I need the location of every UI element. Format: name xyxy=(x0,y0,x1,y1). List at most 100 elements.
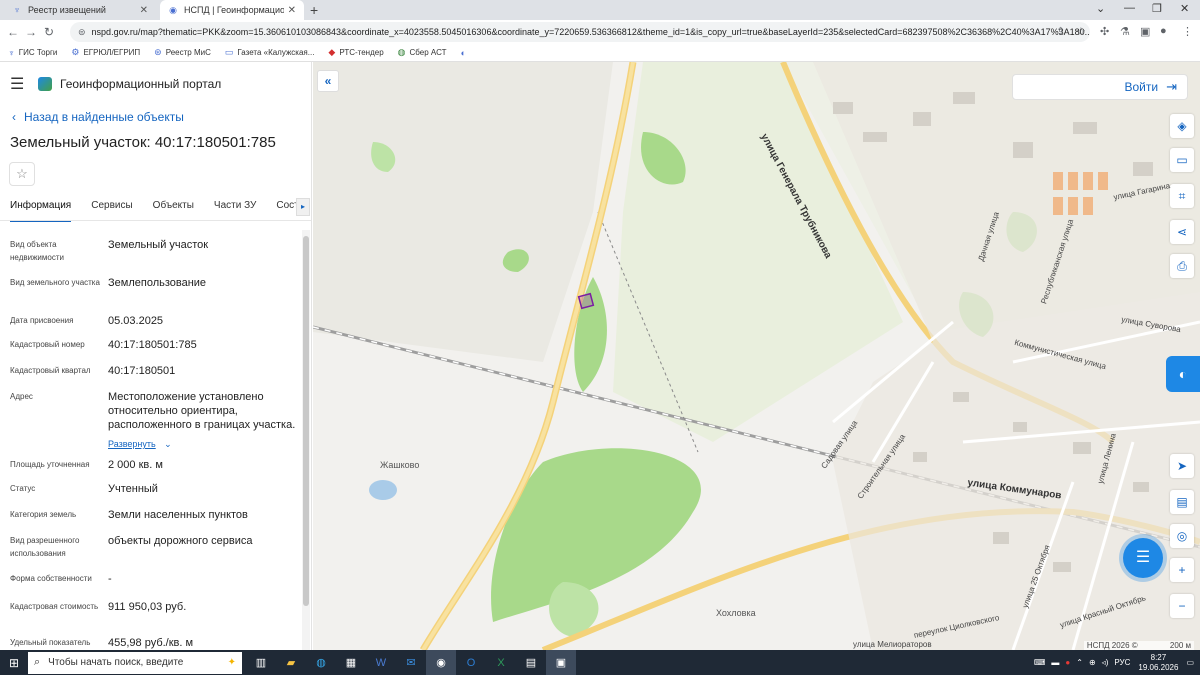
chevron-left-icon: ‹ xyxy=(12,110,16,124)
panel-scrollbar[interactable] xyxy=(302,230,310,650)
flask-icon[interactable]: ⚗ xyxy=(1120,25,1130,38)
back-arrow-icon[interactable]: ← xyxy=(4,25,22,39)
folder-icon[interactable]: ▬ xyxy=(1051,658,1059,667)
url-input[interactable]: ⊜ nspd.gov.ru/map?thematic=PKK&zoom=15.3… xyxy=(70,22,1090,42)
sparkle-icon: ✦ xyxy=(227,657,236,668)
bookmark-item[interactable]: ◐ xyxy=(460,48,469,58)
clock[interactable]: 8:27 19.06.2026 xyxy=(1138,653,1178,673)
tabs-divider xyxy=(0,220,311,221)
system-tray: ⌨ ▬ ● ⌃ ⊕ ◃) РУС 8:27 19.06.2026 ▭ xyxy=(1034,650,1194,675)
maximize-button[interactable]: ❐ xyxy=(1152,2,1162,15)
bookmark-icon: ◆ xyxy=(328,47,336,57)
language-indicator[interactable]: РУС xyxy=(1114,658,1130,667)
tab-information[interactable]: Информация xyxy=(10,200,72,222)
store-icon[interactable]: ▦ xyxy=(336,650,366,675)
zoom-out-button[interactable]: − xyxy=(1170,594,1194,618)
task-view-icon[interactable]: ▥ xyxy=(246,650,276,675)
layers-icon[interactable]: ◈ xyxy=(1170,114,1194,138)
close-icon[interactable]: ✕ xyxy=(288,5,296,16)
tab-objects[interactable]: Объекты xyxy=(153,200,194,222)
map-view[interactable]: « Войти ⇥ ◈ ▭ ⌗ ⋖ ⎙ ◐ ➤ ▤ ◎ + − ☰ Жашков… xyxy=(313,62,1200,650)
back-to-results-link[interactable]: ‹ Назад в найденные объекты xyxy=(12,110,184,124)
network-icon[interactable]: ⊕ xyxy=(1089,658,1096,667)
edge-icon[interactable]: ◍ xyxy=(306,650,336,675)
browser-tab-active[interactable]: ◉ НСПД | Геоинформационный п ✕ xyxy=(160,0,304,20)
basemap-icon[interactable]: ▤ xyxy=(1170,490,1194,514)
address-bar-row: ← → ↻ ⊜ nspd.gov.ru/map?thematic=PKK&zoo… xyxy=(0,20,1200,44)
bookmark-icon: ◍ xyxy=(397,47,406,57)
chevron-right-icon[interactable]: ▸ xyxy=(296,198,310,216)
notifications-icon[interactable]: ▭ xyxy=(1186,658,1194,667)
taskbar-apps: ▥ ▰ ◍ ▦ W ✉ ◉ O X ▤ ▣ xyxy=(246,650,576,675)
expand-address-link[interactable]: Развернуть ⌄ xyxy=(108,434,172,452)
extensions-icon[interactable]: ✣ xyxy=(1100,25,1109,38)
map-scale: 200 м xyxy=(1169,641,1191,650)
tab-parts[interactable]: Части ЗУ xyxy=(214,200,256,222)
tab-services[interactable]: Сервисы xyxy=(91,200,132,222)
browser-tabbar: ♆ Реестр извещений ✕ ◉ НСПД | Геоинформа… xyxy=(0,0,1200,20)
tab-title: Реестр извещений xyxy=(28,5,106,15)
chrome-icon[interactable]: ◉ xyxy=(426,650,456,675)
bookmark-item[interactable]: ◍ Сбер АСТ xyxy=(398,47,447,58)
file-explorer-icon[interactable]: ▰ xyxy=(276,650,306,675)
windows-start-icon[interactable]: ⊞ xyxy=(0,656,28,670)
antivirus-icon[interactable]: ● xyxy=(1065,658,1070,667)
browser-tab[interactable]: ♆ Реестр извещений ✕ xyxy=(4,0,156,20)
close-icon[interactable]: ✕ xyxy=(140,5,148,16)
print-icon[interactable]: ⎙ xyxy=(1170,254,1194,278)
hamburger-menu-icon[interactable]: ☰ xyxy=(10,74,30,94)
app-icon[interactable]: ▣ xyxy=(546,650,576,675)
map-attribution: НСПД 2026 © 200 м xyxy=(1083,641,1194,650)
bookmark-star-icon[interactable]: ☆ xyxy=(1076,25,1086,38)
assistant-icon[interactable]: ◐ xyxy=(1166,356,1200,392)
keyboard-icon[interactable]: ⌨ xyxy=(1034,658,1046,667)
minimize-button[interactable]: — xyxy=(1124,2,1135,14)
chat-icon[interactable]: ☰ xyxy=(1123,538,1163,578)
portal-logo xyxy=(38,77,52,91)
bookmark-icon: ♆ xyxy=(8,47,15,58)
chevron-up-icon[interactable]: ⌃ xyxy=(1076,658,1083,667)
tab-title: НСПД | Геоинформационный п xyxy=(184,5,284,15)
forward-arrow-icon[interactable]: → xyxy=(22,25,40,39)
window-close-button[interactable]: ✕ xyxy=(1180,2,1189,15)
login-button[interactable]: Войти ⇥ xyxy=(1012,74,1188,100)
share-icon[interactable]: ⇪ xyxy=(1056,25,1065,38)
taskbar-search-input[interactable]: ⌕ Чтобы начать поиск, введите ✦ xyxy=(28,651,242,674)
volume-icon[interactable]: ◃) xyxy=(1102,658,1109,667)
globe-icon: ♆ xyxy=(13,5,21,15)
object-title: Земельный участок: 40:17:180501:785 xyxy=(10,134,276,151)
nspd-icon: ◉ xyxy=(169,4,177,15)
sidepanel-icon[interactable]: ▣ xyxy=(1140,25,1150,38)
navigate-arrow-icon[interactable]: ➤ xyxy=(1170,454,1194,478)
reload-icon[interactable]: ↻ xyxy=(40,25,58,39)
new-tab-button[interactable]: + xyxy=(310,2,318,18)
qr-scan-icon[interactable]: ⌗ xyxy=(1170,184,1194,208)
bookmark-item[interactable]: ▭ Газета «Калужская... xyxy=(225,47,315,58)
word-icon[interactable]: W xyxy=(366,650,396,675)
bookmarks-bar: ♆ ГИС Торги ⚙ ЕГРЮЛ/ЕГРИП ⊛ Реестр МиС ▭ Газ… xyxy=(0,44,1200,62)
bookmark-icon: ⚙ xyxy=(71,47,80,57)
bookmark-icon: ◐ xyxy=(460,47,466,58)
menu-dots-icon[interactable]: ⋮ xyxy=(1182,25,1193,38)
zoom-in-button[interactable]: + xyxy=(1170,558,1194,582)
calculator-icon[interactable]: ▤ xyxy=(516,650,546,675)
share-icon[interactable]: ⋖ xyxy=(1170,220,1194,244)
portal-header: ☰ Геоинформационный портал xyxy=(10,74,221,94)
mail-icon[interactable]: ✉ xyxy=(396,650,426,675)
bookmark-icon: ⊛ xyxy=(154,47,162,57)
bookmark-item[interactable]: ◆ РТС-тендер xyxy=(328,47,383,58)
bookmark-item[interactable]: ⊛ Реестр МиС xyxy=(154,47,211,58)
ruler-icon[interactable]: ▭ xyxy=(1170,148,1194,172)
locate-icon[interactable]: ◎ xyxy=(1170,524,1194,548)
profile-icon[interactable]: ● xyxy=(1160,25,1167,37)
scrollbar-thumb[interactable] xyxy=(303,236,309,606)
chevron-down-icon[interactable]: ⌄ xyxy=(1096,2,1105,15)
bookmark-item[interactable]: ⚙ ЕГРЮЛ/ЕГРИП xyxy=(71,47,140,58)
collapse-panel-button[interactable]: « xyxy=(317,70,339,92)
place-label: Жашково xyxy=(380,460,420,470)
favorite-star-icon[interactable]: ☆ xyxy=(9,162,35,186)
site-info-icon[interactable]: ⊜ xyxy=(78,27,86,38)
excel-icon[interactable]: X xyxy=(486,650,516,675)
outlook-icon[interactable]: O xyxy=(456,650,486,675)
bookmark-item[interactable]: ♆ ГИС Торги xyxy=(8,48,57,58)
